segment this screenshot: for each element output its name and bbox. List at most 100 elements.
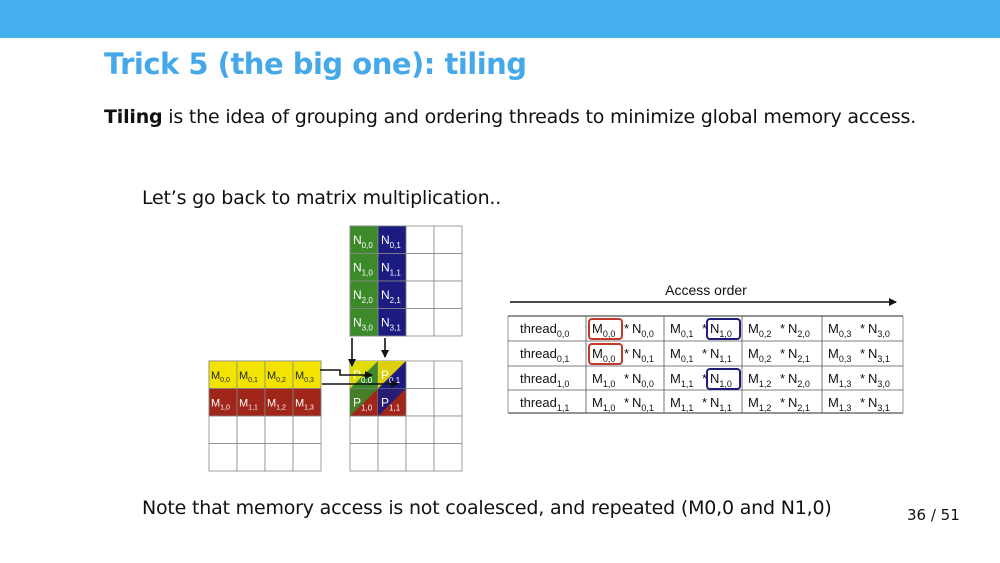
operand-m: M0,1: [670, 346, 693, 364]
operand-m-sub: 0,2: [759, 354, 772, 364]
multiply-symbol: *: [624, 346, 629, 361]
n-label-base: N: [381, 261, 390, 275]
operand-n-base: N: [868, 321, 877, 336]
operand-m-base: M: [592, 346, 603, 361]
operand-m: M1,0: [592, 395, 615, 413]
operand-m: M1,1: [670, 371, 693, 389]
operand-n-sub: 3,1: [877, 354, 890, 364]
operand-m: M0,2: [748, 346, 771, 364]
operand-n-base: N: [788, 346, 797, 361]
tiling-diagram: N0,0N1,0N2,0N3,0N0,1N1,1N2,1N3,1M0,0 M0,1…: [208, 225, 904, 472]
p-matrix-cell: [433, 415, 463, 444]
n-label-base: N: [381, 233, 390, 247]
p-matrix-cell: [349, 415, 379, 444]
n-label-base: N: [353, 261, 362, 275]
thread-label-base: thread: [520, 321, 557, 336]
operand-n-sub: 1,0: [719, 379, 732, 389]
thread-label: thread0,1: [520, 346, 569, 364]
m-label-sub: 1,0: [220, 405, 230, 412]
m-label-sub: 1,3: [304, 405, 314, 412]
note-text: Note that memory access is not coalesced…: [142, 497, 832, 519]
operand-m-sub: 1,3: [839, 379, 852, 389]
operand-m-sub: 0,3: [839, 329, 852, 339]
operand-n-base: N: [710, 395, 719, 410]
operand-n-sub: 0,1: [641, 403, 654, 413]
operand-n-sub: 3,0: [877, 379, 890, 389]
thread-label-sub: 1,0: [557, 379, 570, 389]
operand-n: N2,0: [788, 321, 810, 339]
thread-label-base: thread: [520, 395, 557, 410]
operand-n: N1,1: [710, 346, 732, 364]
operand-m-sub: 0,0: [603, 329, 616, 339]
operand-n: N2,1: [788, 346, 810, 364]
m-label-sub: 1,1: [248, 405, 258, 412]
operand-m: M1,0: [592, 371, 615, 389]
operand-n-sub: 0,1: [641, 354, 654, 364]
operand-m-base: M: [828, 395, 839, 410]
operand-n: N1,1: [710, 395, 732, 413]
operand-n-base: N: [710, 321, 719, 336]
p-matrix-cell: [349, 443, 379, 472]
operand-m-base: M: [828, 371, 839, 386]
n-matrix-cell: [433, 225, 463, 254]
operand-n-sub: 2,0: [797, 329, 810, 339]
multiply-symbol: *: [780, 395, 785, 410]
operand-n: N3,0: [868, 371, 890, 389]
p-label-sub: 1,1: [389, 404, 401, 413]
multiply-symbol: *: [624, 395, 629, 410]
operand-m: M1,3: [828, 395, 851, 413]
multiply-symbol: *: [702, 346, 707, 361]
m-label-base: M: [211, 398, 220, 410]
thread-label-sub: 0,1: [557, 354, 570, 364]
thread-label: thread0,0: [520, 321, 569, 339]
operand-m: M1,2: [748, 395, 771, 413]
operand-m-base: M: [670, 346, 681, 361]
operand-n: N2,0: [788, 371, 810, 389]
n-label-sub: 0,1: [390, 241, 402, 250]
n-label-sub: 2,0: [362, 296, 374, 305]
n-matrix-cell: [433, 308, 463, 337]
operand-n-base: N: [788, 321, 797, 336]
thread-label-base: thread: [520, 346, 557, 361]
operand-m-sub: 0,3: [839, 354, 852, 364]
matrix-grids: N0,0N1,0N2,0N3,0N0,1N1,1N2,1N3,1M0,0 M0,1…: [208, 225, 463, 472]
operand-m-sub: 1,2: [759, 403, 772, 413]
thread-label-base: thread: [520, 371, 557, 386]
operand-m-sub: 0,2: [759, 329, 772, 339]
operand-n-base: N: [710, 371, 719, 386]
operand-n: N1,0: [710, 371, 732, 389]
n-label-base: N: [353, 233, 362, 247]
m-label-sub: 0,3: [304, 377, 314, 384]
multiply-symbol: *: [860, 371, 865, 386]
multiply-symbol: *: [780, 371, 785, 386]
p-matrix-cell: [405, 415, 435, 444]
p-matrix-cell: [433, 388, 463, 417]
operand-m-base: M: [748, 395, 759, 410]
m-label-base: M: [267, 398, 276, 410]
operand-n-base: N: [868, 371, 877, 386]
m-matrix-cell: [264, 443, 294, 472]
m-matrix-cell: [208, 415, 238, 444]
operand-n: N0,0: [632, 371, 654, 389]
n-label-base: N: [381, 288, 390, 302]
n-label-sub: 1,1: [390, 269, 402, 278]
operand-n-sub: 2,1: [797, 354, 810, 364]
m-label-sub: 1,2: [276, 405, 286, 412]
operand-n-base: N: [632, 346, 641, 361]
m-label-base: M: [239, 398, 248, 410]
operand-m-sub: 1,0: [603, 403, 616, 413]
operand-n-base: N: [868, 346, 877, 361]
operand-m: M1,1: [670, 395, 693, 413]
operand-n-base: N: [632, 395, 641, 410]
n-matrix-cell: [405, 253, 435, 282]
n-label-sub: 0,0: [362, 241, 374, 250]
operand-n-sub: 0,0: [641, 379, 654, 389]
multiply-symbol: *: [780, 321, 785, 336]
p-matrix-cell: [433, 443, 463, 472]
m-label-base: M: [295, 370, 304, 382]
thread-label-sub: 0,0: [557, 329, 570, 339]
m-label-base: M: [267, 370, 276, 382]
operand-n: N2,1: [788, 395, 810, 413]
p-label-base: P: [381, 396, 389, 410]
operand-m-base: M: [670, 371, 681, 386]
